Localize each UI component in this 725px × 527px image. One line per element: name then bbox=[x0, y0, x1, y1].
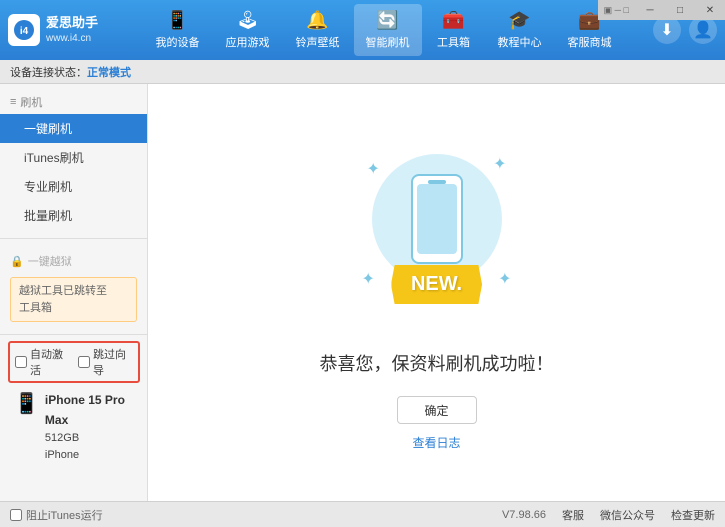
device-name: iPhone 15 Pro Max bbox=[45, 391, 134, 429]
phone-notch bbox=[428, 180, 446, 184]
group-flash-label: 刷机 bbox=[20, 94, 42, 110]
app-logo: i4 爱思助手 www.i4.cn bbox=[8, 14, 98, 46]
confirm-button[interactable]: 确定 bbox=[397, 396, 477, 424]
account-button[interactable]: 👤 bbox=[689, 16, 717, 44]
device-model: iPhone bbox=[45, 447, 134, 465]
confirm-btn-label: 确定 bbox=[424, 402, 448, 419]
star-icon-3: ✦ bbox=[362, 269, 375, 289]
star-icon-4: ✦ bbox=[498, 269, 511, 289]
tutorials-icon: 🎓 bbox=[508, 10, 530, 31]
minimize-button[interactable]: ─ bbox=[635, 0, 665, 20]
sidebar-group-flash-header: ≡ 刷机 bbox=[0, 88, 147, 114]
device-icon: 📱 bbox=[14, 391, 39, 416]
sidebar-item-batch-flash[interactable]: 批量刷机 bbox=[0, 201, 147, 230]
auto-activate-label: 自动激活 bbox=[30, 346, 70, 378]
nav-toolbox[interactable]: 🧰 工具箱 bbox=[424, 4, 484, 56]
nav-tutorials-label: 教程中心 bbox=[498, 34, 542, 50]
app-footer: 阻止iTunes运行 V7.98.66 客服 微信公众号 检查更新 bbox=[0, 501, 725, 527]
sidebar-group-jailbreak-header: 🔒 一键越狱 bbox=[0, 247, 147, 273]
jailbreak-notice-text: 越狱工具已跳转至工具箱 bbox=[19, 285, 107, 314]
auto-activate-row: 自动激活 跳过向导 bbox=[8, 341, 140, 383]
jailbreak-notice: 越狱工具已跳转至工具箱 bbox=[10, 277, 137, 322]
nav-bar: 📱 我的设备 🕹 应用游戏 🔔 铃声壁纸 🔄 智能刷机 🧰 工具箱 🎓 bbox=[114, 4, 653, 56]
itunes-flash-label: iTunes刷机 bbox=[24, 149, 84, 166]
close-button[interactable]: ✕ bbox=[695, 0, 725, 20]
device-details: iPhone 15 Pro Max 512GB iPhone bbox=[45, 391, 134, 465]
block-itunes-checkbox[interactable] bbox=[10, 509, 22, 521]
nav-apps-games-label: 应用游戏 bbox=[226, 34, 270, 50]
footer-check-update-link[interactable]: 检查更新 bbox=[671, 507, 715, 523]
phone-screen bbox=[417, 184, 457, 254]
sidebar-item-one-key-flash[interactable]: 一键刷机 bbox=[0, 114, 147, 143]
header-actions: ⬇ 👤 bbox=[653, 16, 717, 44]
success-illustration: ✦ ✦ ✦ ✦ NEW. bbox=[337, 134, 537, 334]
nav-apps-games[interactable]: 🕹 应用游戏 bbox=[214, 4, 282, 56]
maximize-button[interactable]: □ bbox=[665, 0, 695, 20]
ringtones-icon: 🔔 bbox=[306, 10, 328, 31]
logo-text: 爱思助手 www.i4.cn bbox=[46, 14, 98, 46]
sidebar: ≡ 刷机 一键刷机 iTunes刷机 专业刷机 批量刷机 bbox=[0, 84, 148, 501]
download-icon: ⬇ bbox=[660, 20, 673, 40]
nav-ringtones-label: 铃声壁纸 bbox=[296, 34, 340, 50]
logo-icon: i4 bbox=[8, 14, 40, 46]
group-flash-icon: ≡ bbox=[10, 96, 16, 108]
star-icon-1: ✦ bbox=[367, 159, 380, 179]
new-banner: NEW. bbox=[391, 265, 482, 304]
guide-activate-label: 跳过向导 bbox=[93, 346, 133, 378]
batch-flash-label: 批量刷机 bbox=[24, 207, 72, 224]
guide-activate-checkbox-label[interactable]: 跳过向导 bbox=[78, 346, 133, 378]
star-icon-2: ✦ bbox=[493, 154, 506, 174]
one-key-flash-label: 一键刷机 bbox=[24, 120, 72, 137]
sidebar-item-itunes-flash[interactable]: iTunes刷机 bbox=[0, 143, 147, 172]
auto-activate-checkbox[interactable] bbox=[15, 356, 27, 368]
status-bar: 设备连接状态： 正常模式 bbox=[0, 60, 725, 84]
nav-smart-flash-label: 智能刷机 bbox=[366, 34, 410, 50]
apps-games-icon: 🕹 bbox=[236, 10, 259, 31]
account-icon: 👤 bbox=[693, 20, 713, 40]
footer-wechat-link[interactable]: 微信公众号 bbox=[600, 507, 655, 523]
nav-smart-flash[interactable]: 🔄 智能刷机 bbox=[354, 4, 422, 56]
main-content: ✦ ✦ ✦ ✦ NEW. 恭喜您，保资料刷机成功啦！ 确定 查看日志 bbox=[148, 84, 725, 501]
smart-flash-icon: 🔄 bbox=[376, 10, 398, 31]
device-info: 📱 iPhone 15 Pro Max 512GB iPhone bbox=[8, 387, 140, 469]
toolbox-icon: 🧰 bbox=[442, 10, 464, 31]
sidebar-divider-1 bbox=[0, 238, 147, 239]
sidebar-group-jailbreak: 🔒 一键越狱 越狱工具已跳转至工具箱 bbox=[0, 243, 147, 330]
group-jailbreak-label: 一键越狱 bbox=[28, 253, 72, 269]
download-button[interactable]: ⬇ bbox=[653, 16, 681, 44]
status-mode: 正常模式 bbox=[87, 64, 131, 80]
footer-customer-link[interactable]: 客服 bbox=[562, 507, 584, 523]
auto-activate-checkbox-label[interactable]: 自动激活 bbox=[15, 346, 70, 378]
pro-flash-label: 专业刷机 bbox=[24, 178, 72, 195]
nav-ringtones[interactable]: 🔔 铃声壁纸 bbox=[284, 4, 352, 56]
phone-body bbox=[411, 174, 463, 264]
nav-my-device-label: 我的设备 bbox=[156, 34, 200, 50]
device-storage: 512GB bbox=[45, 430, 134, 448]
nav-tutorials[interactable]: 🎓 教程中心 bbox=[486, 4, 554, 56]
my-device-icon: 📱 bbox=[166, 10, 188, 31]
view-log-link[interactable]: 查看日志 bbox=[412, 434, 460, 451]
lock-icon: 🔒 bbox=[10, 255, 24, 268]
phone-circle bbox=[372, 154, 502, 284]
status-label: 设备连接状态： bbox=[10, 64, 87, 80]
footer-left: 阻止iTunes运行 bbox=[10, 507, 103, 523]
sidebar-bottom-panel: 自动激活 跳过向导 📱 iPhone 15 Pro Max 512GB iPho… bbox=[0, 334, 148, 475]
version-label: V7.98.66 bbox=[502, 509, 546, 521]
svg-text:i4: i4 bbox=[20, 26, 29, 37]
window-controls: ▣ ─ □ ─ □ ✕ bbox=[598, 0, 725, 20]
nav-toolbox-label: 工具箱 bbox=[437, 34, 470, 50]
sidebar-group-flash: ≡ 刷机 一键刷机 iTunes刷机 专业刷机 批量刷机 bbox=[0, 84, 147, 234]
nav-service-label: 客服商城 bbox=[568, 34, 612, 50]
guide-activate-checkbox[interactable] bbox=[78, 356, 90, 368]
footer-right: V7.98.66 客服 微信公众号 检查更新 bbox=[502, 507, 715, 523]
sidebar-item-pro-flash[interactable]: 专业刷机 bbox=[0, 172, 147, 201]
nav-my-device[interactable]: 📱 我的设备 bbox=[144, 4, 212, 56]
success-text: 恭喜您，保资料刷机成功啦！ bbox=[320, 350, 554, 376]
block-itunes-label: 阻止iTunes运行 bbox=[26, 507, 103, 523]
